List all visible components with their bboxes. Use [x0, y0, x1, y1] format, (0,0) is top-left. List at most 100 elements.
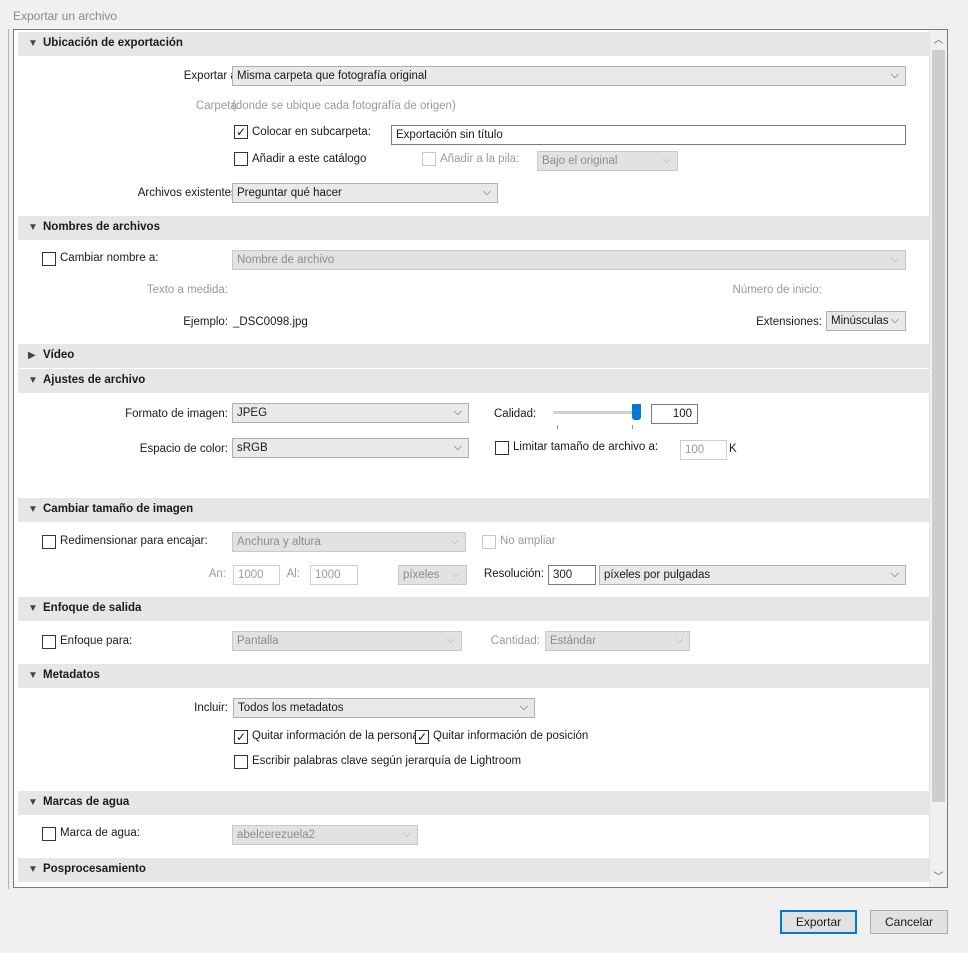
vertical-scrollbar[interactable]: ︿ ﹀	[929, 30, 947, 887]
resolution-units-value: píxeles por pulgadas	[604, 569, 711, 581]
export-settings-panel: ▼ Ubicación de exportación Exportar a: M…	[13, 29, 948, 888]
watermark-checkbox[interactable]	[42, 827, 56, 841]
extensions-value: Minúsculas	[831, 315, 889, 327]
format-value: JPEG	[237, 407, 268, 419]
section-video[interactable]: ▶ Vídeo	[18, 344, 930, 368]
width-value: 1000	[238, 569, 264, 581]
slider-tick	[557, 425, 558, 429]
sharpen-for-value: Pantalla	[237, 635, 279, 647]
quality-slider-track[interactable]	[553, 411, 636, 414]
cancel-button[interactable]: Cancelar	[870, 910, 948, 934]
add-stack-checkbox[interactable]	[422, 152, 436, 166]
section-file-settings[interactable]: ▼ Ajustes de archivo	[18, 369, 930, 393]
watermark-value: abelcerezuela2	[237, 829, 316, 841]
section-export-location[interactable]: ▼ Ubicación de exportación	[18, 32, 930, 56]
rename-template-select[interactable]: Nombre de archivo ⌵	[232, 250, 906, 270]
chevron-down-icon: ⌵	[674, 634, 683, 646]
remove-person-label: Quitar información de la persona	[252, 730, 419, 742]
section-postprocessing[interactable]: ▼ Posprocesamiento	[18, 858, 930, 882]
start-number-label: Número de inicio:	[732, 284, 822, 296]
quality-input[interactable]: 100	[651, 404, 698, 424]
example-value: _DSC0098.jpg	[233, 316, 308, 328]
export-to-value: Misma carpeta que fotografía original	[237, 70, 427, 82]
include-value: Todos los metadatos	[238, 702, 344, 714]
section-sharpening[interactable]: ▼ Enfoque de salida	[18, 597, 930, 621]
limit-size-input[interactable]: 100	[680, 440, 727, 460]
chevron-down-icon: ⌵	[446, 634, 455, 646]
stack-position-value: Bajo el original	[542, 155, 618, 167]
remove-person-checkbox[interactable]: ✓	[234, 730, 248, 744]
section-metadata[interactable]: ▼ Metadatos	[18, 664, 930, 688]
chevron-down-icon: ⌵	[482, 186, 491, 198]
units-select[interactable]: píxeles ⌵	[398, 565, 467, 585]
extensions-select[interactable]: Minúsculas ⌵	[826, 311, 906, 331]
section-watermark[interactable]: ▼ Marcas de agua	[18, 791, 930, 815]
width-input[interactable]: 1000	[233, 565, 280, 585]
amount-value: Estándar	[550, 635, 597, 647]
folder-value: (donde se ubique cada fotografía de orig…	[232, 100, 456, 112]
existing-files-select[interactable]: Preguntar qué hacer ⌵	[232, 183, 498, 203]
resolution-value: 300	[553, 569, 573, 581]
stack-position-select[interactable]: Bajo el original ⌵	[537, 151, 678, 171]
section-resize[interactable]: ▼ Cambiar tamaño de imagen	[18, 498, 930, 522]
chevron-down-icon: ⌵	[453, 441, 462, 453]
scroll-down-icon[interactable]: ﹀	[930, 869, 947, 886]
amount-label: Cantidad:	[490, 635, 540, 647]
export-to-select[interactable]: Misma carpeta que fotografía original ⌵	[232, 66, 906, 86]
left-edge-divider	[0, 29, 9, 889]
subfolder-label: Colocar en subcarpeta:	[252, 126, 371, 138]
chevron-down-icon: ⌵	[890, 314, 899, 326]
chevron-down-icon: ⌵	[450, 535, 459, 547]
format-select[interactable]: JPEG ⌵	[232, 403, 469, 423]
amount-select[interactable]: Estándar ⌵	[545, 631, 690, 651]
section-title: Marcas de agua	[43, 796, 130, 808]
quality-slider-thumb[interactable]	[632, 404, 641, 420]
checkmark-icon: ✓	[416, 730, 428, 744]
section-title: Vídeo	[43, 349, 75, 361]
height-input[interactable]: 1000	[310, 565, 358, 585]
export-button[interactable]: Exportar	[780, 910, 857, 934]
example-label: Ejemplo:	[183, 316, 228, 328]
subfolder-name-input[interactable]: Exportación sin título	[391, 125, 906, 145]
chevron-down-icon: ⌵	[662, 154, 671, 166]
limit-size-value: 100	[685, 444, 705, 456]
limit-size-checkbox[interactable]	[495, 441, 509, 455]
slider-tick	[632, 425, 633, 429]
include-select[interactable]: Todos los metadatos ⌵	[233, 698, 535, 718]
chevron-down-icon: ⌵	[453, 406, 462, 418]
resize-checkbox[interactable]	[42, 535, 56, 549]
section-file-naming[interactable]: ▼ Nombres de archivos	[18, 216, 930, 240]
format-label: Formato de imagen:	[125, 408, 228, 420]
limit-size-unit: K	[729, 443, 737, 455]
width-label: An:	[208, 568, 226, 580]
section-title: Ajustes de archivo	[43, 374, 146, 386]
scroll-up-icon[interactable]: ︿	[930, 32, 947, 49]
resize-mode-value: Anchura y altura	[237, 536, 321, 548]
rename-checkbox[interactable]	[42, 252, 56, 266]
dialog-title: Exportar un archivo	[13, 9, 118, 23]
add-catalog-checkbox[interactable]	[234, 152, 248, 166]
resolution-units-select[interactable]: píxeles por pulgadas ⌵	[599, 565, 906, 585]
no-enlarge-checkbox[interactable]	[482, 535, 496, 549]
resolution-label: Resolución:	[483, 568, 544, 580]
quality-value: 100	[672, 408, 692, 420]
units-value: píxeles	[403, 569, 440, 581]
keywords-checkbox[interactable]	[234, 755, 248, 769]
limit-size-label: Limitar tamaño de archivo a:	[513, 441, 659, 453]
subfolder-name-value: Exportación sin título	[396, 129, 503, 141]
section-title: Cambiar tamaño de imagen	[43, 503, 194, 515]
resize-mode-select[interactable]: Anchura y altura ⌵	[232, 532, 466, 552]
triangle-right-icon: ▶	[28, 350, 36, 361]
scrollbar-thumb[interactable]	[932, 50, 945, 802]
sharpen-for-select[interactable]: Pantalla ⌵	[232, 631, 462, 651]
remove-location-checkbox[interactable]: ✓	[415, 730, 429, 744]
colorspace-select[interactable]: sRGB ⌵	[232, 438, 469, 458]
watermark-select[interactable]: abelcerezuela2 ⌵	[232, 825, 418, 845]
colorspace-label: Espacio de color:	[139, 443, 228, 455]
resolution-input[interactable]: 300	[548, 565, 596, 585]
watermark-label: Marca de agua:	[60, 827, 140, 839]
sharpen-checkbox[interactable]	[42, 635, 56, 649]
triangle-down-icon: ▼	[28, 797, 38, 808]
subfolder-checkbox[interactable]: ✓	[234, 125, 248, 139]
section-title: Enfoque de salida	[43, 602, 142, 614]
